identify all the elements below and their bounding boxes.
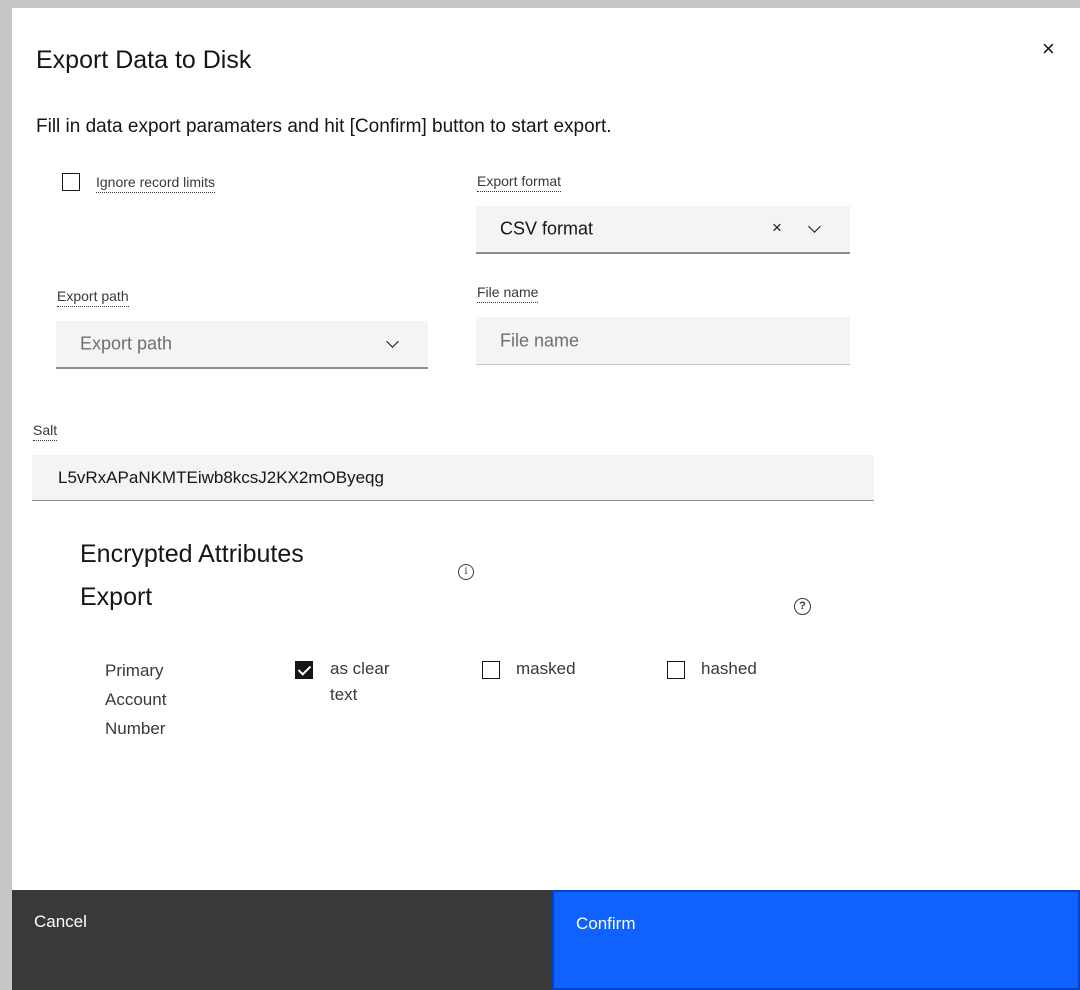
chevron-down-icon[interactable] bbox=[808, 220, 821, 233]
salt-value: L5vRxAPaNKMTEiwb8kcsJ2KX2mOByeqg bbox=[58, 467, 384, 487]
close-icon[interactable]: × bbox=[1042, 38, 1055, 60]
export-format-select[interactable]: CSV format × bbox=[476, 206, 850, 254]
dialog-title: Export Data to Disk bbox=[36, 46, 252, 74]
salt-label: Salt bbox=[33, 421, 58, 442]
clear-text-checkbox[interactable] bbox=[295, 661, 313, 679]
hashed-label[interactable]: hashed bbox=[701, 656, 757, 682]
attribute-name: Primary Account Number bbox=[105, 661, 167, 738]
export-path-placeholder: Export path bbox=[80, 333, 173, 354]
salt-input[interactable]: L5vRxAPaNKMTEiwb8kcsJ2KX2mOByeqg bbox=[32, 455, 874, 501]
ignore-limits-label[interactable]: Ignore record limits bbox=[96, 173, 216, 194]
clear-selection-icon[interactable]: × bbox=[772, 218, 782, 238]
clear-text-label[interactable]: as clear text bbox=[330, 656, 390, 708]
cancel-button[interactable]: Cancel bbox=[12, 890, 552, 990]
ignore-limits-checkbox[interactable] bbox=[62, 173, 80, 191]
dialog-description: Fill in data export paramaters and hit [… bbox=[36, 116, 612, 137]
export-path-label: Export path bbox=[57, 287, 129, 308]
info-icon[interactable]: i bbox=[458, 564, 474, 580]
export-format-label: Export format bbox=[477, 172, 562, 193]
encrypted-attributes-title: Encrypted Attributes Export bbox=[80, 540, 304, 611]
file-name-input[interactable]: File name bbox=[476, 317, 850, 365]
export-dialog: Export Data to Disk × Fill in data expor… bbox=[12, 8, 1080, 990]
help-icon[interactable]: ? bbox=[794, 598, 811, 615]
export-format-value: CSV format bbox=[500, 218, 594, 239]
masked-label[interactable]: masked bbox=[516, 656, 576, 682]
export-path-select[interactable]: Export path bbox=[56, 321, 428, 369]
file-name-label: File name bbox=[477, 283, 539, 304]
chevron-down-icon[interactable] bbox=[386, 335, 399, 348]
masked-checkbox[interactable] bbox=[482, 661, 500, 679]
file-name-placeholder: File name bbox=[500, 330, 580, 350]
hashed-checkbox[interactable] bbox=[667, 661, 685, 679]
confirm-button[interactable]: Confirm bbox=[552, 890, 1080, 990]
